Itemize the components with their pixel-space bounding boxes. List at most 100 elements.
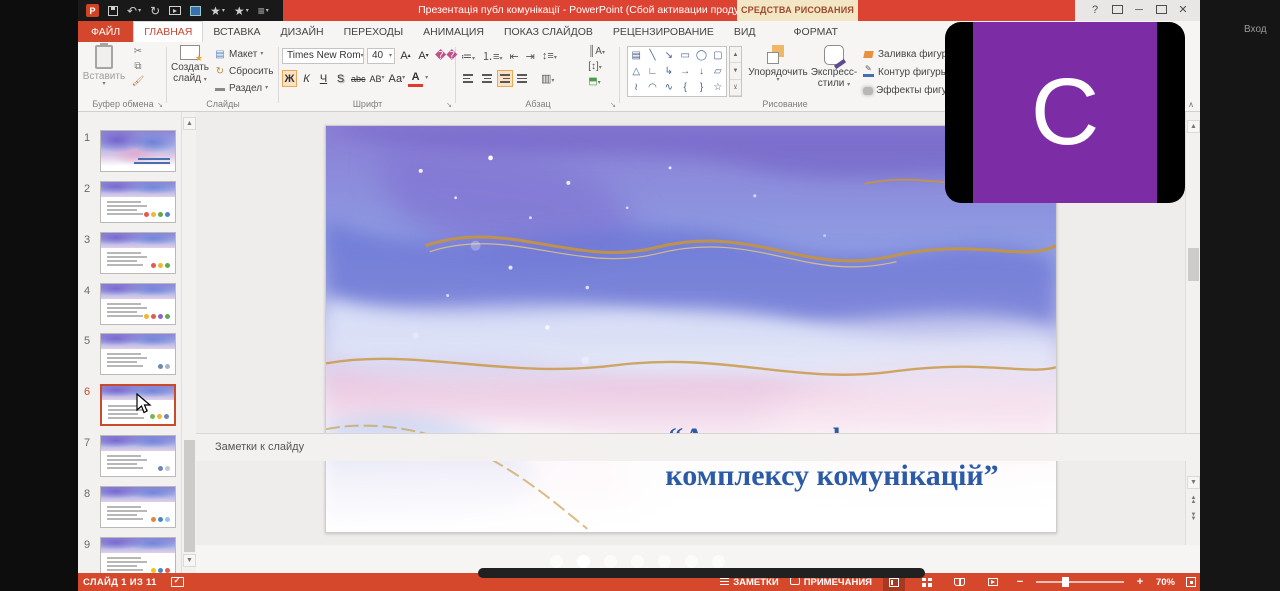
- cut-icon[interactable]: ✂: [132, 46, 144, 57]
- zoom-level[interactable]: 70%: [1156, 577, 1175, 588]
- customize-quick-access-icon[interactable]: ≡▾: [258, 5, 269, 17]
- shapes-more-icon[interactable]: ⊻: [730, 80, 741, 96]
- shape-text-box-icon[interactable]: ▤: [628, 47, 644, 63]
- collapse-ribbon-icon[interactable]: ∧: [1188, 100, 1194, 109]
- shape-freeform-icon[interactable]: ≀: [628, 80, 644, 96]
- video-participant-tile[interactable]: C: [945, 22, 1185, 203]
- redo-icon[interactable]: ↻: [150, 5, 160, 17]
- convert-to-smartart-icon[interactable]: ⬒▾: [588, 76, 605, 87]
- section-button[interactable]: ▬Раздел▾: [214, 81, 273, 96]
- favorite-star-icon-2[interactable]: ★▾: [234, 5, 249, 17]
- collapsed-toolbar-pill[interactable]: [478, 568, 925, 578]
- shape-star-icon[interactable]: ☆: [710, 80, 726, 96]
- slide-thumbnail-8[interactable]: [100, 486, 176, 528]
- font-family-combo[interactable]: Times New Rom▾: [282, 48, 364, 64]
- italic-button[interactable]: К: [299, 70, 314, 87]
- change-case-button[interactable]: Аа▾: [388, 70, 407, 87]
- align-center-button[interactable]: [479, 70, 495, 87]
- ribbon-tab-вставка[interactable]: ВСТАВКА: [203, 21, 270, 42]
- font-color-caret-icon[interactable]: ▾: [425, 76, 428, 81]
- shape-outline-button[interactable]: Контур фигуры▾: [863, 65, 954, 80]
- numbering-icon[interactable]: ⒈≡▾: [482, 48, 502, 64]
- shrink-font-icon[interactable]: А▾: [416, 47, 431, 64]
- main-vertical-scrollbar[interactable]: ▲ ▼ ▲▲ ▼▼: [1185, 112, 1200, 545]
- powerpoint-logo-icon[interactable]: P: [86, 4, 99, 17]
- font-dialog-launcher-icon[interactable]: ↘: [446, 101, 452, 109]
- font-size-combo[interactable]: 40▾: [367, 48, 395, 64]
- notes-placeholder[interactable]: Заметки к слайду: [215, 441, 304, 453]
- underline-button[interactable]: Ч: [316, 70, 331, 87]
- arrange-button[interactable]: Упорядочить ▾: [749, 45, 807, 83]
- line-spacing-icon[interactable]: ↕≡▾: [542, 50, 557, 62]
- justify-button[interactable]: [515, 70, 531, 87]
- zoom-slider[interactable]: [1036, 581, 1124, 583]
- sign-in-link[interactable]: Вход: [1244, 24, 1267, 35]
- shape-rectangle-icon[interactable]: ▭: [677, 47, 693, 63]
- comments-toggle-button[interactable]: ПРИМЕЧАНИЯ: [790, 577, 872, 588]
- shape-down-arrow-icon[interactable]: ↓: [693, 63, 709, 79]
- shape-fill-button[interactable]: Заливка фигуры: [863, 47, 954, 62]
- character-spacing-button[interactable]: АВ▾: [369, 70, 386, 87]
- shapes-scroll-up-icon[interactable]: ▲: [730, 47, 741, 63]
- layout-button[interactable]: ▤Макет▾: [214, 47, 273, 62]
- close-icon[interactable]: ✕: [1176, 5, 1190, 16]
- new-slide-button[interactable]: Создатьслайд ▾: [168, 45, 212, 84]
- scroll-down-icon[interactable]: ▼: [1187, 476, 1200, 489]
- ribbon-tab-дизайн[interactable]: ДИЗАЙН: [270, 21, 333, 42]
- slide-thumbnail-2[interactable]: [100, 181, 176, 223]
- shape-effects-button[interactable]: Эффекты фигур: [863, 83, 954, 98]
- notes-toggle-button[interactable]: ЗАМЕТКИ: [720, 577, 779, 588]
- slide-thumbnail-1[interactable]: [100, 130, 176, 172]
- zoom-out-icon[interactable]: −: [1015, 576, 1025, 588]
- clipboard-dialog-launcher-icon[interactable]: ↘: [157, 101, 163, 109]
- notes-pane[interactable]: Заметки к слайду: [196, 433, 1200, 461]
- shape-callout-icon[interactable]: ▱: [710, 63, 726, 79]
- strikethrough-button[interactable]: abc: [350, 70, 367, 87]
- align-text-icon[interactable]: [↕]▾: [588, 61, 605, 72]
- shape-diagonal-arrow-icon[interactable]: ↘: [661, 47, 677, 63]
- slide-thumbnail-9[interactable]: [100, 537, 176, 573]
- slideshow-view-button[interactable]: [982, 573, 1004, 591]
- copy-icon[interactable]: ⧉: [132, 61, 144, 72]
- zoom-slider-thumb[interactable]: [1062, 577, 1069, 587]
- format-painter-icon[interactable]: 🖌︎: [132, 76, 144, 87]
- columns-icon[interactable]: ▥▾: [541, 72, 554, 85]
- shape-curve-icon[interactable]: ∿: [661, 80, 677, 96]
- align-left-button[interactable]: [461, 70, 477, 87]
- favorite-star-icon[interactable]: ★▾: [210, 5, 225, 17]
- thumbnails-scroll-down-icon[interactable]: ▼: [183, 554, 196, 567]
- shapes-scroll-down-icon[interactable]: ▼: [730, 63, 741, 79]
- reset-button[interactable]: ↻Сбросить: [214, 64, 273, 79]
- increase-indent-icon[interactable]: ⇥: [526, 50, 535, 63]
- ribbon-tab-главная[interactable]: ГЛАВНАЯ: [133, 21, 203, 42]
- slide-thumbnail-3[interactable]: [100, 232, 176, 274]
- spell-check-icon[interactable]: [171, 577, 184, 587]
- ribbon-tab-переходы[interactable]: ПЕРЕХОДЫ: [334, 21, 414, 42]
- next-slide-icon[interactable]: ▼▼: [1187, 510, 1200, 523]
- shape-left-brace-icon[interactable]: {: [677, 80, 693, 96]
- paste-button[interactable]: Вставить ▾: [82, 45, 126, 87]
- align-right-button[interactable]: [497, 70, 513, 87]
- slide-thumbnail-7[interactable]: [100, 435, 176, 477]
- main-scrollbar-thumb[interactable]: [1188, 248, 1199, 281]
- slide-thumbnail-5[interactable]: [100, 333, 176, 375]
- quick-styles-button[interactable]: Экспресс-стили ▾: [809, 45, 859, 89]
- shape-oval-icon[interactable]: ◯: [693, 47, 709, 63]
- shapes-gallery[interactable]: ▤╲↘▭◯▢△∟↳→↓▱≀◠∿{}☆: [627, 46, 727, 97]
- ribbon-tab-показ слайдов[interactable]: ПОКАЗ СЛАЙДОВ: [494, 21, 603, 42]
- restore-down-icon[interactable]: [1154, 5, 1168, 17]
- shape-line-icon[interactable]: ╲: [644, 47, 660, 63]
- ribbon-tab-вид[interactable]: ВИД: [724, 21, 766, 42]
- ribbon-tab-анимация[interactable]: АНИМАЦИЯ: [413, 21, 494, 42]
- text-direction-icon[interactable]: ║А▾: [588, 46, 605, 57]
- thumbnails-scrollbar[interactable]: ▲ ▼: [181, 112, 196, 573]
- bold-button[interactable]: Ж: [282, 70, 297, 87]
- fit-slide-to-window-icon[interactable]: [1186, 577, 1196, 587]
- ribbon-tab-рецензирование[interactable]: РЕЦЕНЗИРОВАНИЕ: [603, 21, 724, 42]
- paragraph-dialog-launcher-icon[interactable]: ↘: [610, 101, 616, 109]
- minimize-icon[interactable]: ─: [1132, 5, 1146, 16]
- shapes-gallery-scrollbar[interactable]: ▲ ▼ ⊻: [729, 46, 742, 97]
- grow-font-icon[interactable]: А▴: [398, 47, 413, 64]
- shape-triangle-icon[interactable]: △: [628, 63, 644, 79]
- reading-view-icon[interactable]: [190, 6, 201, 16]
